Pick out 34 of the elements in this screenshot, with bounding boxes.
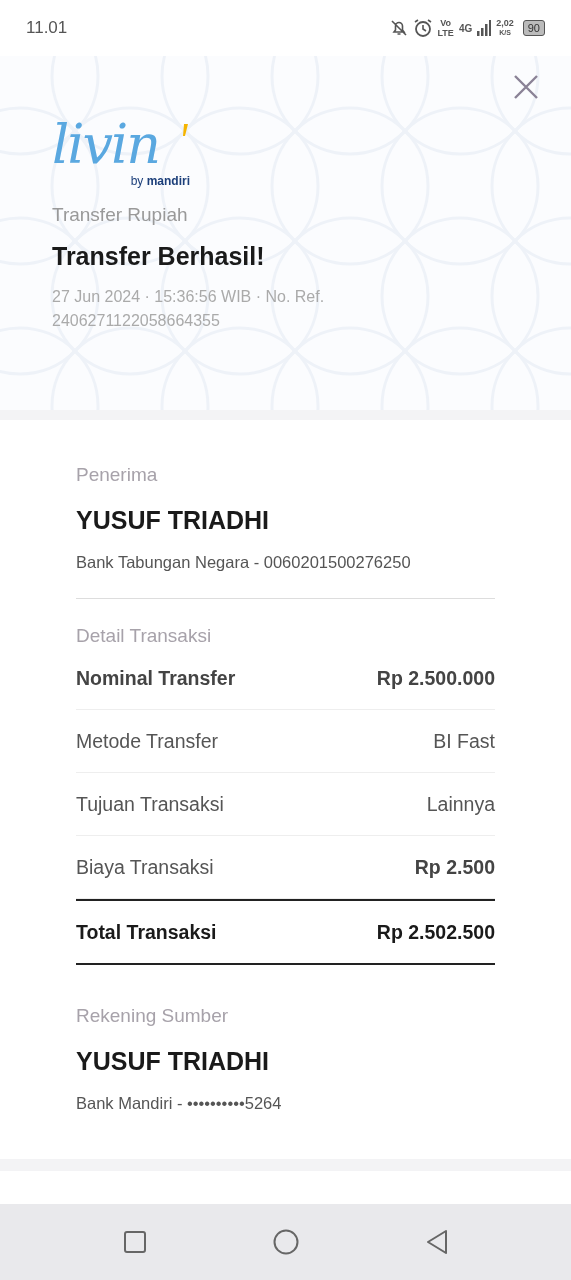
success-title: Transfer Berhasil! bbox=[52, 242, 266, 271]
section-label: Detail Transaksi bbox=[76, 625, 213, 647]
detail-value: Rp 2.500 bbox=[414, 855, 495, 879]
alarm-icon bbox=[412, 18, 433, 38]
volte-label: Vo LTE bbox=[437, 18, 454, 38]
logo-byline: by mandiri bbox=[130, 174, 190, 188]
detail-value: Rp 2.502.500 bbox=[376, 920, 495, 944]
battery-icon: 90 bbox=[522, 20, 545, 36]
detail-label: Total Transaksi bbox=[76, 920, 217, 944]
recipient-account: Bank Tabungan Negara - 0060201500276250 bbox=[76, 553, 412, 572]
back-button[interactable] bbox=[425, 1229, 448, 1255]
detail-value: Rp 2.500.000 bbox=[376, 666, 495, 690]
signal-icon bbox=[477, 20, 492, 36]
source-account: Bank Mandiri - ••••••••••5264 bbox=[76, 1094, 283, 1113]
detail-label: Metode Transfer bbox=[76, 729, 218, 753]
detail-label: Tujuan Transaksi bbox=[76, 792, 224, 816]
detail-label: Biaya Transaksi bbox=[76, 855, 214, 879]
section-label: Penerima bbox=[76, 464, 159, 486]
transfer-category: Transfer Rupiah bbox=[52, 204, 189, 226]
bell-off-icon bbox=[389, 19, 408, 37]
recipient-name: YUSUF TRIADHI bbox=[76, 506, 271, 535]
detail-value: Lainnya bbox=[426, 792, 495, 816]
recents-button[interactable] bbox=[123, 1230, 148, 1254]
home-button[interactable] bbox=[273, 1229, 300, 1255]
network-label: 4G bbox=[458, 22, 473, 34]
status-time: 11.01 bbox=[26, 18, 68, 38]
source-name: YUSUF TRIADHI bbox=[76, 1047, 271, 1076]
close-button[interactable] bbox=[513, 74, 539, 100]
logo-accent-icon bbox=[182, 124, 188, 136]
transaction-meta: 27 Jun 2024 · 15:36:56 WIB · No. Ref. 2406271122058664355 bbox=[52, 287, 326, 331]
detail-value: BI Fast bbox=[433, 729, 495, 753]
logo-wordmark: livin bbox=[52, 116, 160, 174]
section-label: Rekening Sumber bbox=[76, 1005, 230, 1027]
detail-label: Nominal Transfer bbox=[76, 666, 236, 690]
